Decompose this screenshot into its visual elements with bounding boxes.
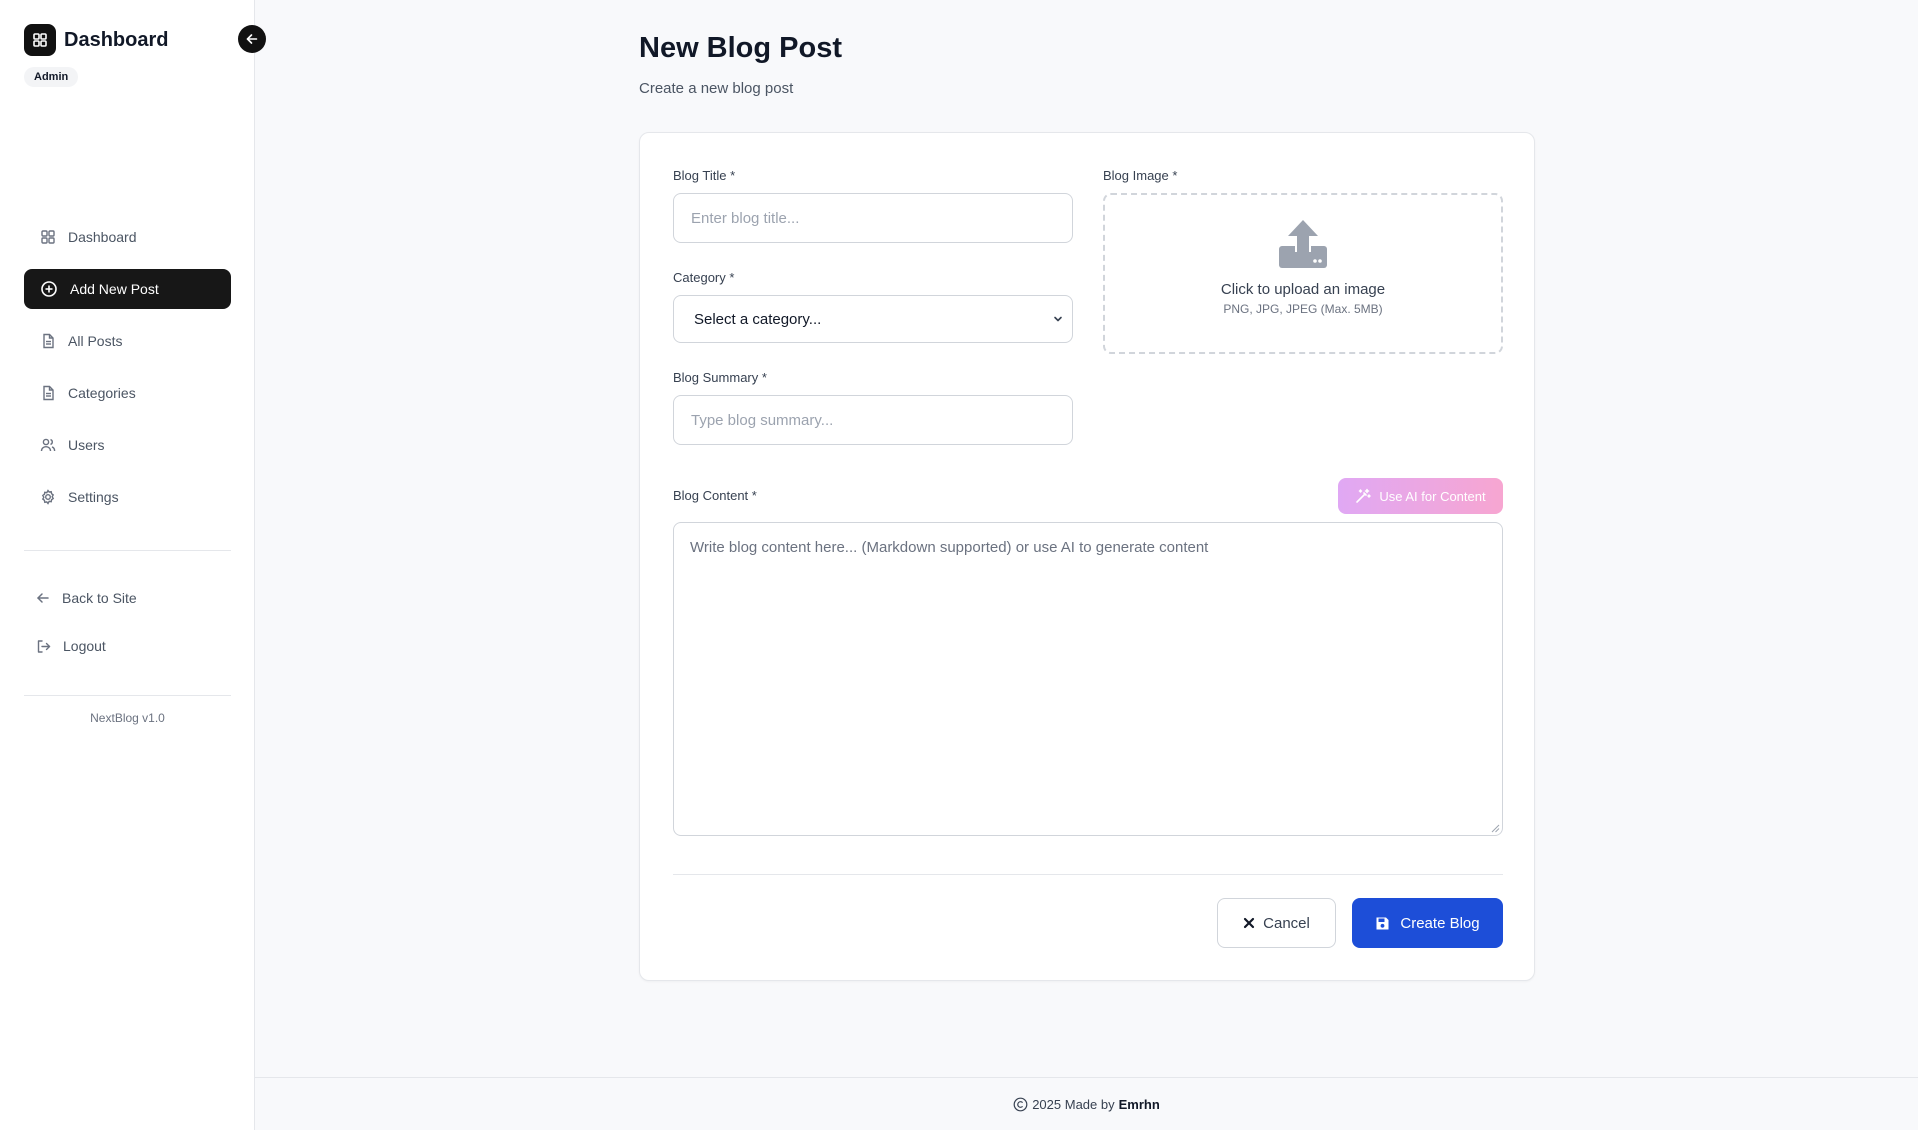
- sidebar-item-label: Dashboard: [68, 229, 137, 245]
- sidebar-item-users[interactable]: Users: [24, 425, 231, 465]
- close-icon: [1244, 917, 1255, 929]
- upload-icon: [1279, 220, 1327, 268]
- gear-icon: [41, 489, 55, 505]
- sidebar-nav: Dashboard Add New Post All Posts Categor…: [24, 217, 231, 529]
- footer-author: Emrhn: [1118, 1096, 1160, 1112]
- blog-form-card: Blog Title * Enter blog title... Categor…: [639, 132, 1535, 981]
- role-badge: Admin: [24, 67, 79, 87]
- users-icon: [40, 438, 56, 452]
- blog-content-textarea[interactable]: Write blog content here... (Markdown sup…: [673, 522, 1503, 836]
- create-blog-label: Create Blog: [1400, 914, 1480, 932]
- sidebar-item-label: All Posts: [68, 333, 123, 349]
- document-icon: [43, 333, 54, 349]
- sidebar-item-categories[interactable]: Categories: [24, 373, 231, 413]
- blog-summary-placeholder: Type blog summary...: [691, 411, 834, 429]
- sidebar-lower-nav: Back to Site Logout: [24, 578, 231, 674]
- resize-grip-icon[interactable]: [1490, 823, 1500, 833]
- upload-prompt: Click to upload an image: [1220, 281, 1386, 298]
- blog-title-placeholder: Enter blog title...: [691, 209, 800, 227]
- use-ai-content-button[interactable]: Use AI for Content: [1338, 478, 1503, 514]
- logout-button[interactable]: Logout: [24, 626, 231, 666]
- page-subtitle: Create a new blog post: [639, 80, 794, 97]
- sidebar-divider: [24, 695, 231, 696]
- image-upload-dropzone[interactable]: Click to upload an image PNG, JPG, JPEG …: [1103, 193, 1503, 354]
- arrow-left-icon: [37, 593, 49, 603]
- category-selected-value: Select a category...: [694, 310, 822, 328]
- copyright-icon: [1013, 1097, 1028, 1111]
- sidebar-item-label: Users: [68, 437, 105, 453]
- footer-text: 2025 Made by: [1032, 1096, 1115, 1112]
- back-to-site-link[interactable]: Back to Site: [24, 578, 231, 618]
- sidebar-item-all-posts[interactable]: All Posts: [24, 321, 231, 361]
- arrow-left-icon: [246, 34, 258, 44]
- plus-circle-icon: [41, 281, 57, 297]
- cancel-label: Cancel: [1263, 914, 1310, 932]
- blog-summary-label: Blog Summary *: [673, 370, 767, 385]
- magic-wand-icon: [1356, 488, 1372, 503]
- sidebar-divider: [24, 550, 231, 551]
- category-select[interactable]: Select a category...: [673, 295, 1073, 343]
- category-label: Category *: [673, 270, 735, 285]
- sidebar-item-label: Categories: [68, 385, 136, 401]
- sidebar-item-dashboard[interactable]: Dashboard: [24, 217, 231, 257]
- back-to-site-label: Back to Site: [62, 590, 137, 606]
- upload-hint: PNG, JPG, JPEG (Max. 5MB): [1223, 302, 1383, 316]
- logout-icon: [37, 639, 51, 653]
- grid-icon: [41, 230, 55, 244]
- collapse-sidebar-button[interactable]: [238, 25, 266, 53]
- sidebar-item-label: Settings: [68, 489, 119, 505]
- blog-summary-input[interactable]: Type blog summary...: [673, 395, 1073, 445]
- create-blog-button[interactable]: Create Blog: [1352, 898, 1503, 948]
- sidebar-item-label: Add New Post: [70, 281, 159, 297]
- sidebar-item-settings[interactable]: Settings: [24, 477, 231, 517]
- blog-title-input[interactable]: Enter blog title...: [673, 193, 1073, 243]
- cancel-button[interactable]: Cancel: [1217, 898, 1336, 948]
- brand[interactable]: Dashboard: [24, 24, 168, 56]
- footer: 2025 Made by Emrhn: [255, 1077, 1918, 1130]
- page-title: New Blog Post: [639, 32, 843, 64]
- sidebar-item-add-new-post[interactable]: Add New Post: [24, 269, 231, 309]
- blog-title-label: Blog Title *: [673, 168, 736, 183]
- brand-title: Dashboard: [64, 28, 169, 51]
- save-icon: [1376, 917, 1389, 929]
- dashboard-logo-icon: [24, 24, 56, 56]
- use-ai-content-label: Use AI for Content: [1379, 488, 1486, 504]
- blog-content-label: Blog Content *: [673, 488, 757, 503]
- blog-image-label: Blog Image *: [1103, 168, 1178, 183]
- app-version: NextBlog v1.0: [90, 711, 165, 725]
- logout-label: Logout: [63, 638, 106, 654]
- blog-content-placeholder: Write blog content here... (Markdown sup…: [690, 539, 1209, 556]
- document-icon: [43, 385, 54, 401]
- sidebar: Dashboard Admin Dashboard Add New Post A…: [0, 0, 255, 1130]
- chevron-down-icon: [1054, 316, 1062, 322]
- form-divider: [673, 874, 1503, 875]
